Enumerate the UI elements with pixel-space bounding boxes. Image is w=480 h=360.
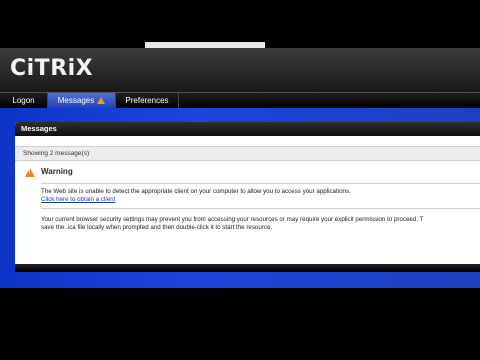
tab-preferences-label: Preferences xyxy=(125,96,169,105)
message-client-detect: The Web site is unable to detect the app… xyxy=(41,188,351,195)
message-security-line1: Your current browser security settings m… xyxy=(41,216,424,223)
divider xyxy=(41,183,480,184)
warning-icon xyxy=(25,168,35,177)
warning-header: Warning xyxy=(23,161,480,183)
obtain-client-link[interactable]: Click here to obtain a client xyxy=(41,196,115,203)
message-security-line2: save the .ica file locally when prompted… xyxy=(41,224,273,231)
panel-footer xyxy=(15,264,480,272)
tab-logon[interactable]: Logon xyxy=(0,93,48,109)
top-black-bar xyxy=(0,0,480,46)
panel-title: Messages xyxy=(15,122,480,136)
divider xyxy=(41,208,480,209)
warning-title: Warning xyxy=(41,167,73,176)
tab-logon-label: Logon xyxy=(12,96,35,105)
tab-messages-label: Messages xyxy=(57,96,95,105)
message-count: Showing 2 message(s) xyxy=(15,146,480,161)
citrix-logo: CiTRiX xyxy=(10,56,94,81)
messages-panel: Messages Showing 2 message(s) Warning Th… xyxy=(15,122,480,272)
tab-messages[interactable]: Messages xyxy=(48,93,116,109)
warning-icon xyxy=(97,97,106,104)
tab-bar: Logon Messages Preferences xyxy=(0,92,480,109)
app-header: CiTRiX xyxy=(0,48,480,92)
tab-preferences[interactable]: Preferences xyxy=(116,93,179,109)
bottom-black-bar xyxy=(0,288,480,360)
